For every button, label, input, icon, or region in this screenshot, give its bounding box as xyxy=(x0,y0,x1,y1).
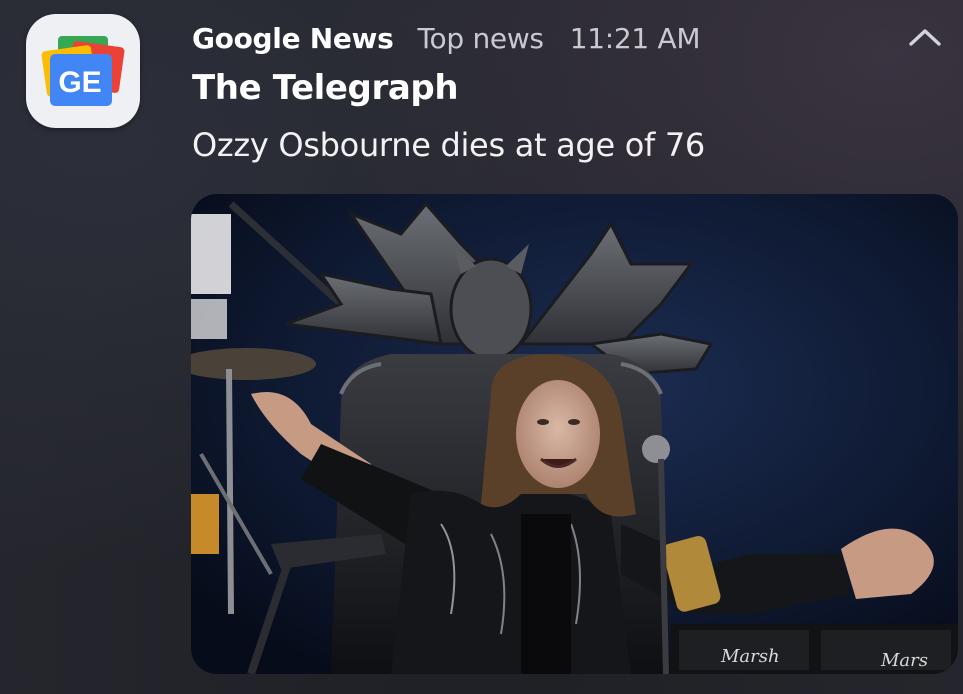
notification-header: Google News Top news 11:21 AM xyxy=(192,18,701,58)
channel-label: Top news xyxy=(417,21,545,55)
chevron-up-icon xyxy=(909,29,941,46)
news-photo: Marsh Mars xyxy=(191,194,958,674)
news-image[interactable]: Marsh Mars xyxy=(191,194,958,674)
app-name: Google News xyxy=(192,21,394,55)
svg-text:Mars: Mars xyxy=(880,650,928,671)
headline: Ozzy Osbourne dies at age of 76 xyxy=(192,126,705,164)
google-news-icon: GE xyxy=(41,36,125,106)
app-icon[interactable]: GE xyxy=(26,14,140,128)
news-source: The Telegraph xyxy=(192,68,459,108)
app-icon-letters: GE xyxy=(58,66,101,99)
svg-text:Marsh: Marsh xyxy=(720,646,780,667)
collapse-button[interactable] xyxy=(903,20,947,54)
timestamp: 11:21 AM xyxy=(569,21,701,55)
